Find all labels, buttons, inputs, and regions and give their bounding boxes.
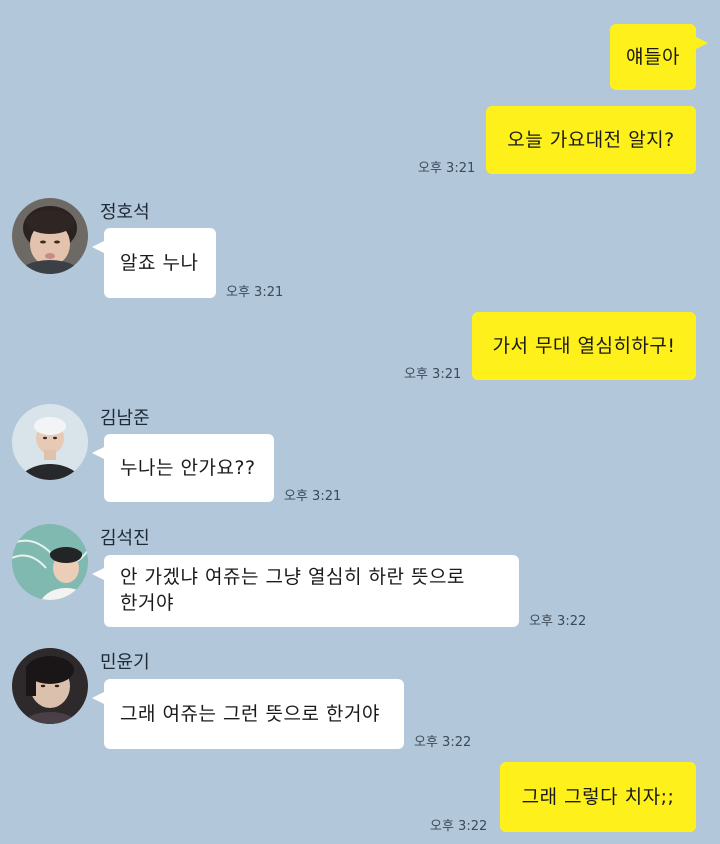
- message-time: 오후 3:21: [418, 161, 476, 176]
- chat-room: 얘들아 오후 3:21 오늘 가요대전 알지? 정호석 알죠 누나 오후 3:2…: [0, 0, 720, 844]
- my-message-bubble[interactable]: 오늘 가요대전 알지?: [486, 106, 696, 174]
- message-text: 알죠 누나: [120, 252, 199, 274]
- my-message-bubble[interactable]: 그래 그렇다 치자;;: [500, 762, 696, 832]
- sender-name: 김남준: [100, 408, 150, 429]
- sender-name: 민윤기: [100, 652, 150, 673]
- message-text: 가서 무대 열심히하구!: [492, 335, 676, 357]
- message-time: 오후 3:21: [404, 367, 462, 382]
- message-text: 오늘 가요대전 알지?: [507, 129, 675, 151]
- sender-name: 김석진: [100, 528, 150, 549]
- their-message-bubble[interactable]: 누나는 안가요??: [92, 434, 274, 502]
- my-message-bubble[interactable]: 얘들아: [610, 24, 708, 90]
- avatar-kim-namjoon[interactable]: [12, 404, 88, 480]
- profile-photo-icon: [12, 198, 88, 274]
- message-time: 오후 3:22: [529, 614, 587, 629]
- message-time: 오후 3:22: [414, 735, 472, 750]
- message-text: 그래 여쥬는 그런 뜻으로 한거야: [120, 703, 380, 725]
- their-message-bubble[interactable]: 알죠 누나: [92, 228, 216, 298]
- avatar-kim-seokjin[interactable]: [12, 524, 88, 600]
- avatar-min-yoongi[interactable]: [12, 648, 88, 724]
- profile-photo-icon: [12, 648, 88, 724]
- message-text: 얘들아: [626, 46, 680, 68]
- their-message-bubble[interactable]: 그래 여쥬는 그런 뜻으로 한거야: [92, 679, 404, 749]
- their-message-bubble[interactable]: 안 가겠냐 여쥬는 그냥 열심히 하란 뜻으로 한거야: [92, 555, 519, 627]
- message-time: 오후 3:22: [430, 819, 488, 834]
- avatar-jung-hoseok[interactable]: [12, 198, 88, 274]
- sender-name: 정호석: [100, 202, 150, 223]
- message-time: 오후 3:21: [226, 285, 284, 300]
- profile-photo-icon: [12, 524, 88, 600]
- message-time: 오후 3:21: [284, 489, 342, 504]
- profile-photo-icon: [12, 404, 88, 480]
- my-message-bubble[interactable]: 가서 무대 열심히하구!: [472, 312, 696, 380]
- message-text: 그래 그렇다 치자;;: [521, 786, 675, 808]
- message-text: 누나는 안가요??: [120, 457, 256, 479]
- message-text: 안 가겠냐 여쥬는 그냥 열심히 하란 뜻으로 한거야: [120, 566, 465, 614]
